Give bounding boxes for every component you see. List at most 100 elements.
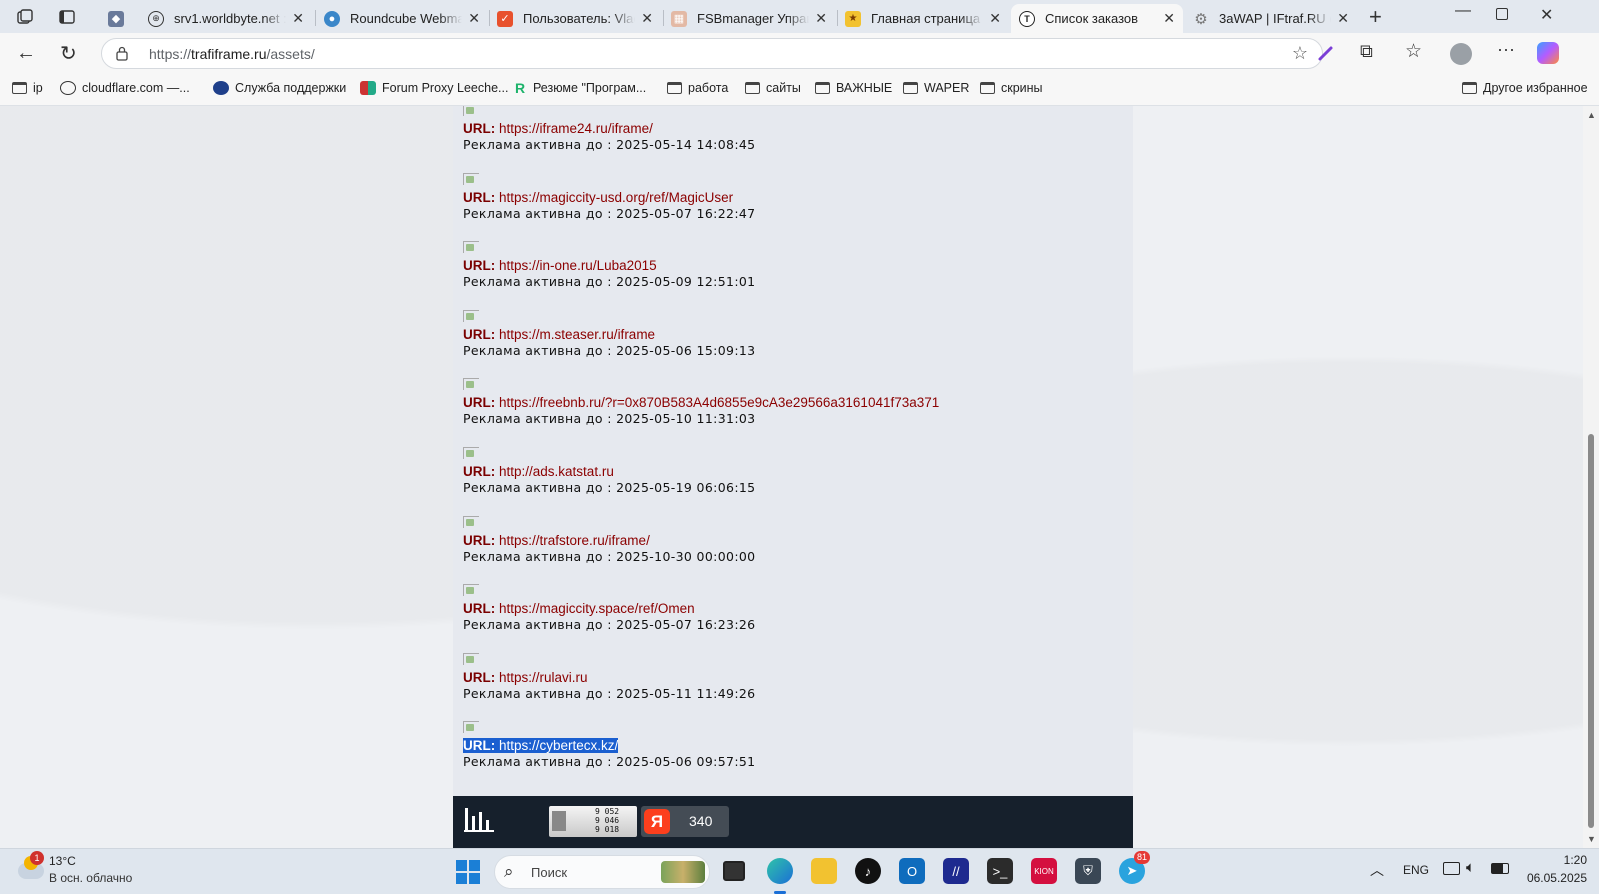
terminal-icon[interactable]: >_ xyxy=(987,858,1013,884)
tab-iftraf-main[interactable]: ★ Главная страница iftraf ✕ xyxy=(837,4,1009,33)
network-icon[interactable] xyxy=(1443,862,1460,875)
tab-3awap[interactable]: ⚙ 3aWAP | IFtraf.RU (iFrame) ✕ xyxy=(1185,4,1357,33)
support-icon xyxy=(213,81,229,95)
url-label: URL: xyxy=(463,258,496,273)
active-until-label: Реклама активна до : xyxy=(463,411,617,426)
active-until-label: Реклама активна до : xyxy=(463,754,617,769)
tab-ispmanager[interactable]: ⊕ srv1.worldbyte.net :: ISPmanager ✕ xyxy=(140,4,312,33)
order-url-link[interactable]: https://freebnb.ru/?r=0x870B583A4d6855e9… xyxy=(499,395,939,410)
bookmark-resume[interactable]: R Резюме "Програм... xyxy=(515,81,646,95)
clock-time[interactable]: 1:20 xyxy=(1547,853,1587,867)
order-url-link[interactable]: https://rulavi.ru xyxy=(499,670,588,685)
file-explorer-icon[interactable] xyxy=(811,858,837,884)
bookmark-forum[interactable]: Forum Proxy Leeche... xyxy=(360,81,508,95)
close-icon[interactable]: ✕ xyxy=(815,10,827,27)
scroll-down-arrow-icon[interactable]: ▼ xyxy=(1587,834,1596,844)
start-windows-icon[interactable] xyxy=(456,860,480,884)
restore-button[interactable] xyxy=(1496,8,1508,20)
favorite-star-icon[interactable]: ☆ xyxy=(1292,43,1308,64)
order-url-link[interactable]: https://magiccity-usd.org/ref/MagicUser xyxy=(499,190,733,205)
tab-orders-active[interactable]: T Список заказов ✕ xyxy=(1011,4,1183,33)
bookmark-ip[interactable]: ip xyxy=(12,81,43,95)
language-indicator[interactable]: ENG xyxy=(1403,863,1429,877)
new-tab-button[interactable]: + xyxy=(1369,4,1382,30)
url-label: URL: xyxy=(463,601,496,616)
order-url-line: URL: https://in-one.ru/Luba2015 xyxy=(463,258,657,273)
bookmark-support[interactable]: Служба поддержки xyxy=(213,81,346,95)
bookmark-vazhnye[interactable]: ВАЖНЫЕ xyxy=(815,81,892,95)
pen-extension-icon[interactable] xyxy=(1316,43,1336,63)
close-icon[interactable]: ✕ xyxy=(468,10,480,27)
order-url-link[interactable]: https://trafstore.ru/iframe/ xyxy=(499,533,650,548)
order-url-link[interactable]: https://cybertecx.kz/ xyxy=(499,738,618,753)
forum-icon xyxy=(360,81,376,95)
tray-chevron-icon[interactable]: ︿ xyxy=(1370,860,1384,880)
orders-list: URL: https://iframe24.ru/iframe/Реклама … xyxy=(453,106,1133,796)
active-until-label: Реклама активна до : xyxy=(463,549,617,564)
order-url-link[interactable]: http://ads.katstat.ru xyxy=(499,464,614,479)
stats-chart-icon[interactable] xyxy=(463,804,495,834)
url-label: URL: xyxy=(463,670,496,685)
edge-browser-icon[interactable] xyxy=(767,858,793,884)
close-icon[interactable]: ✕ xyxy=(1163,10,1175,27)
active-until-label: Реклама активна до : xyxy=(463,343,617,358)
order-url-link[interactable]: https://in-one.ru/Luba2015 xyxy=(499,258,657,273)
order-url-line: URL: https://iframe24.ru/iframe/ xyxy=(463,121,653,136)
copilot-icon[interactable] xyxy=(1537,42,1559,64)
close-icon[interactable]: ✕ xyxy=(292,10,304,27)
close-window-button[interactable]: ✕ xyxy=(1540,5,1553,25)
broken-image-icon xyxy=(463,241,479,253)
close-icon[interactable]: ✕ xyxy=(1337,10,1349,27)
battery-icon[interactable] xyxy=(1491,863,1509,874)
order-url-link[interactable]: https://m.steaser.ru/iframe xyxy=(499,327,655,342)
bookmark-waper[interactable]: WAPER xyxy=(903,81,969,95)
bookmark-saity[interactable]: сайты xyxy=(745,81,801,95)
scroll-up-arrow-icon[interactable]: ▲ xyxy=(1587,110,1596,120)
security-shield-icon[interactable]: ⛨ xyxy=(1075,858,1101,884)
windows-taskbar: 1 13°C В осн. облачно ⌕ Поиск ♪ O // >_ … xyxy=(0,848,1599,894)
bookmark-skriny[interactable]: скрины xyxy=(980,81,1043,95)
broken-image-icon xyxy=(463,447,479,459)
order-url-link[interactable]: https://iframe24.ru/iframe/ xyxy=(499,121,653,136)
tab-pinned-shield[interactable]: ◆ xyxy=(100,4,136,33)
bookmark-rabota[interactable]: работа xyxy=(667,81,728,95)
close-icon[interactable]: ✕ xyxy=(989,10,1001,27)
outlook-icon[interactable]: O xyxy=(899,858,925,884)
back-button[interactable]: ← xyxy=(16,42,36,65)
profile-avatar[interactable] xyxy=(1450,43,1472,65)
kion-app-icon[interactable]: KION xyxy=(1031,858,1057,884)
scrollbar-thumb[interactable] xyxy=(1588,434,1594,828)
order-url-line: URL: https://cybertecx.kz/ xyxy=(463,738,619,753)
tab-actions-icon[interactable] xyxy=(58,8,76,26)
minimize-button[interactable]: — xyxy=(1455,2,1471,20)
tab-user[interactable]: ✓ Пользователь: Vladimir ✕ xyxy=(489,4,661,33)
extensions-icon[interactable]: ⧉ xyxy=(1360,41,1373,62)
taskbar-search[interactable]: ⌕ Поиск xyxy=(494,855,710,889)
site-info-icon[interactable] xyxy=(116,46,128,61)
tab-roundcube[interactable]: ● Roundcube Webmail :: Входящие ✕ xyxy=(316,4,488,33)
broken-image-icon xyxy=(463,106,479,116)
order-url-line: URL: https://trafstore.ru/iframe/ xyxy=(463,533,650,548)
vertical-scrollbar[interactable]: ▲ ▼ xyxy=(1583,106,1599,848)
volume-icon[interactable]: 🔈︎ xyxy=(1466,859,1475,876)
weather-widget[interactable]: 1 13°C В осн. облачно xyxy=(14,851,144,891)
order-url-link[interactable]: https://magiccity.space/ref/Omen xyxy=(499,601,695,616)
tiktok-icon[interactable]: ♪ xyxy=(855,858,881,884)
linear-app-icon[interactable]: // xyxy=(943,858,969,884)
liveinternet-counter[interactable]: 9 052 9 046 9 018 xyxy=(549,806,637,837)
clock-date[interactable]: 06.05.2025 xyxy=(1520,871,1587,885)
order-url-line: URL: https://freebnb.ru/?r=0x870B583A4d6… xyxy=(463,395,939,410)
broken-image-icon xyxy=(463,653,479,665)
reload-button[interactable]: ↻ xyxy=(60,41,77,66)
yandex-metrika-counter[interactable]: Я 340 xyxy=(641,806,729,837)
tab-fsbmanager[interactable]: ▦ FSBmanager Управление ✕ xyxy=(663,4,835,33)
settings-more-icon[interactable]: ··· xyxy=(1497,39,1515,60)
bookmark-other-favorites[interactable]: Другое избранное xyxy=(1462,81,1588,95)
close-icon[interactable]: ✕ xyxy=(641,10,653,27)
task-view-icon[interactable] xyxy=(723,861,745,881)
active-until-value: 2025-05-06 09:57:51 xyxy=(616,754,756,769)
address-bar[interactable]: https://trafiframe.ru/assets/ ☆ xyxy=(101,38,1323,69)
favorites-icon[interactable]: ☆ xyxy=(1405,40,1422,63)
bookmark-cloudflare[interactable]: cloudflare.com —... xyxy=(60,81,190,95)
workspaces-icon[interactable] xyxy=(16,8,34,26)
